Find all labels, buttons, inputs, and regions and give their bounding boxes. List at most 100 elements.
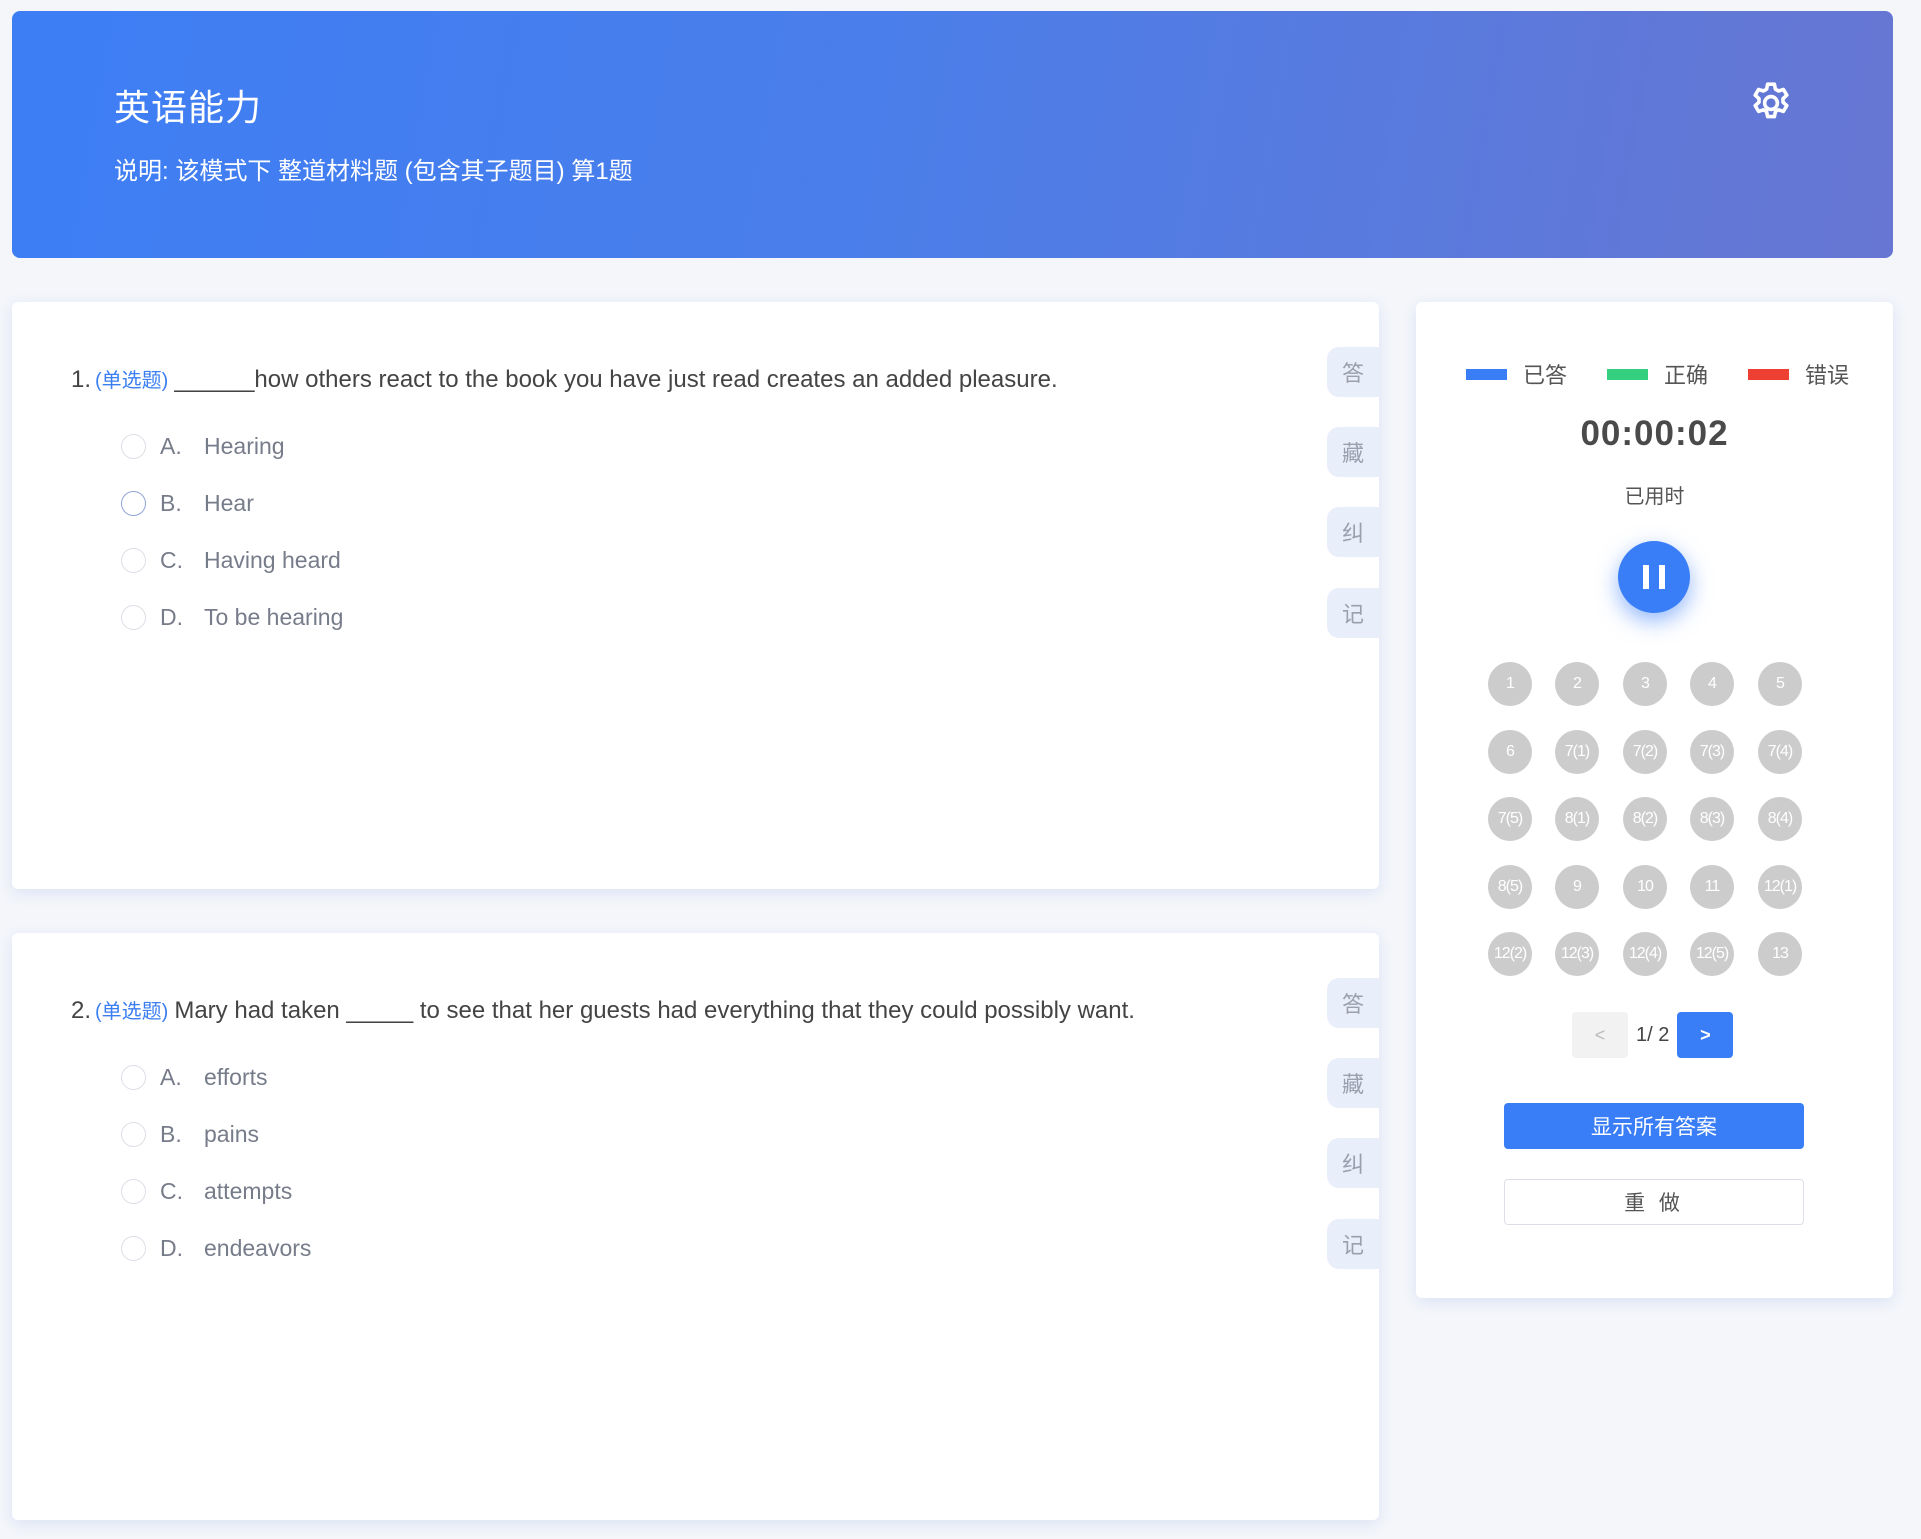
option-text: efforts [204,1063,268,1090]
option-text: Having heard [204,546,341,573]
page-header: 英语能力 说明: 该模式下 整道材料题 (包含其子题目) 算1题 [12,11,1893,258]
radio-button[interactable] [121,490,146,516]
answer-sheet-panel: 已答 正确 错误 00:00:02 已用时 1 2 3 4 5 6 7(1) 7(2) 7(3)… [1416,302,1893,1298]
option-text: Hearing [204,432,285,459]
show-all-answers-button[interactable]: 显示所有答案 [1504,1103,1804,1149]
question-number-button[interactable]: 12(1) [1758,864,1802,909]
question-number-button[interactable]: 8(3) [1690,797,1734,841]
question-number: 2. [71,997,92,1024]
question-number-button[interactable]: 7(5) [1488,797,1532,841]
option-letter: A. [160,1063,182,1090]
elapsed-timer: 00:00:02 [1580,414,1729,453]
question-type: (单选题) [95,1001,169,1023]
page-indicator: 1/ 2 [1636,1023,1670,1046]
question-number-button[interactable]: 5 [1758,662,1802,706]
legend-answered: 已答 [1466,358,1567,390]
option-b[interactable]: B. Hear [121,485,254,521]
question-number-button[interactable]: 8(4) [1758,797,1802,841]
question-stem: 2. (单选题) Mary had taken _____ to see that … [71,995,1135,1025]
timer-label: 已用时 [1624,486,1685,508]
legend-wrong: 错误 [1748,358,1849,390]
option-letter: C. [160,1177,183,1204]
question-number-button[interactable]: 7(2) [1623,729,1667,774]
option-c[interactable]: C. Having heard [121,542,341,578]
page-title: 英语能力 [114,87,263,128]
option-a[interactable]: A. Hearing [121,428,285,464]
question-text: ______how others react to the book you h… [174,366,1058,393]
legend-swatch [1748,368,1790,380]
question-number: 1. [71,366,92,393]
radio-button[interactable] [121,433,146,459]
legend-correct: 正确 [1607,358,1708,390]
question-type: (单选题) [95,370,169,392]
option-letter: B. [160,1120,182,1147]
question-number-button[interactable]: 9 [1555,864,1599,909]
question-number-button[interactable]: 7(3) [1690,729,1734,774]
radio-button[interactable] [121,1178,146,1204]
question-number-button[interactable]: 13 [1758,932,1802,976]
question-number-button[interactable]: 12(4) [1623,932,1667,976]
option-c[interactable]: C. attempts [121,1173,292,1209]
note-button[interactable]: 记 [1327,588,1379,638]
question-number-button[interactable]: 8(2) [1623,797,1667,841]
note-button[interactable]: 记 [1327,1219,1379,1269]
question-card-1: 1. (单选题) ______how others react to the boo… [12,302,1379,889]
report-error-button[interactable]: 纠 [1327,1138,1379,1188]
option-letter: D. [160,1234,183,1261]
question-number-button[interactable]: 12(3) [1555,932,1599,976]
redo-button[interactable]: 重 做 [1504,1179,1804,1225]
legend-swatch [1607,368,1649,380]
option-text: endeavors [204,1234,312,1261]
show-answer-button[interactable]: 答 [1327,978,1379,1028]
pause-icon [1638,565,1670,589]
question-card-2: 2. (单选题) Mary had taken _____ to see that … [12,933,1379,1520]
option-letter: D. [160,603,183,630]
show-answer-button[interactable]: 答 [1327,347,1379,397]
next-page-button[interactable]: > [1677,1012,1734,1058]
question-number-button[interactable]: 2 [1555,662,1599,706]
option-text: Hear [204,489,254,516]
question-number-button[interactable]: 1 [1488,662,1532,706]
prev-page-button[interactable]: < [1572,1012,1628,1058]
question-number-button[interactable]: 6 [1488,729,1532,774]
question-number-button[interactable]: 8(1) [1555,797,1599,841]
question-text: Mary had taken _____ to see that her gue… [174,997,1135,1024]
report-error-button[interactable]: 纠 [1327,507,1379,557]
legend-label: 错误 [1805,363,1850,388]
favorite-button[interactable]: 藏 [1327,1058,1379,1108]
pagination: < 1/ 2 > [1572,1012,1734,1058]
legend-label: 正确 [1664,363,1709,388]
option-text: attempts [204,1177,293,1204]
radio-button[interactable] [121,1121,146,1147]
gear-icon[interactable] [1747,79,1795,127]
option-d[interactable]: D. endeavors [121,1230,311,1266]
question-number-button[interactable]: 11 [1690,864,1734,909]
question-number-button[interactable]: 12(2) [1488,932,1532,976]
option-text: pains [204,1120,259,1147]
radio-button[interactable] [121,604,146,630]
favorite-button[interactable]: 藏 [1327,427,1379,477]
option-letter: B. [160,489,182,516]
radio-button[interactable] [121,1235,146,1261]
question-number-button[interactable]: 7(1) [1555,729,1599,774]
option-text: To be hearing [204,603,344,630]
question-number-button[interactable]: 12(5) [1690,932,1734,976]
question-number-button[interactable]: 7(4) [1758,729,1802,774]
question-number-button[interactable]: 3 [1623,662,1667,706]
question-stem: 1. (单选题) ______how others react to the boo… [71,364,1058,394]
mode-description: 说明: 该模式下 整道材料题 (包含其子题目) 算1题 [114,158,633,185]
radio-button[interactable] [121,1064,146,1090]
question-number-button[interactable]: 10 [1623,864,1667,909]
question-number-button[interactable]: 8(5) [1488,864,1532,909]
legend-label: 已答 [1523,363,1568,388]
pause-button[interactable] [1618,541,1690,613]
option-letter: A. [160,432,182,459]
option-letter: C. [160,546,183,573]
option-b[interactable]: B. pains [121,1116,259,1152]
status-legend: 已答 正确 错误 [1466,358,1849,390]
option-d[interactable]: D. To be hearing [121,599,343,635]
option-a[interactable]: A. efforts [121,1059,268,1095]
question-number-button[interactable]: 4 [1690,662,1734,706]
radio-button[interactable] [121,547,146,573]
legend-swatch [1466,368,1507,380]
